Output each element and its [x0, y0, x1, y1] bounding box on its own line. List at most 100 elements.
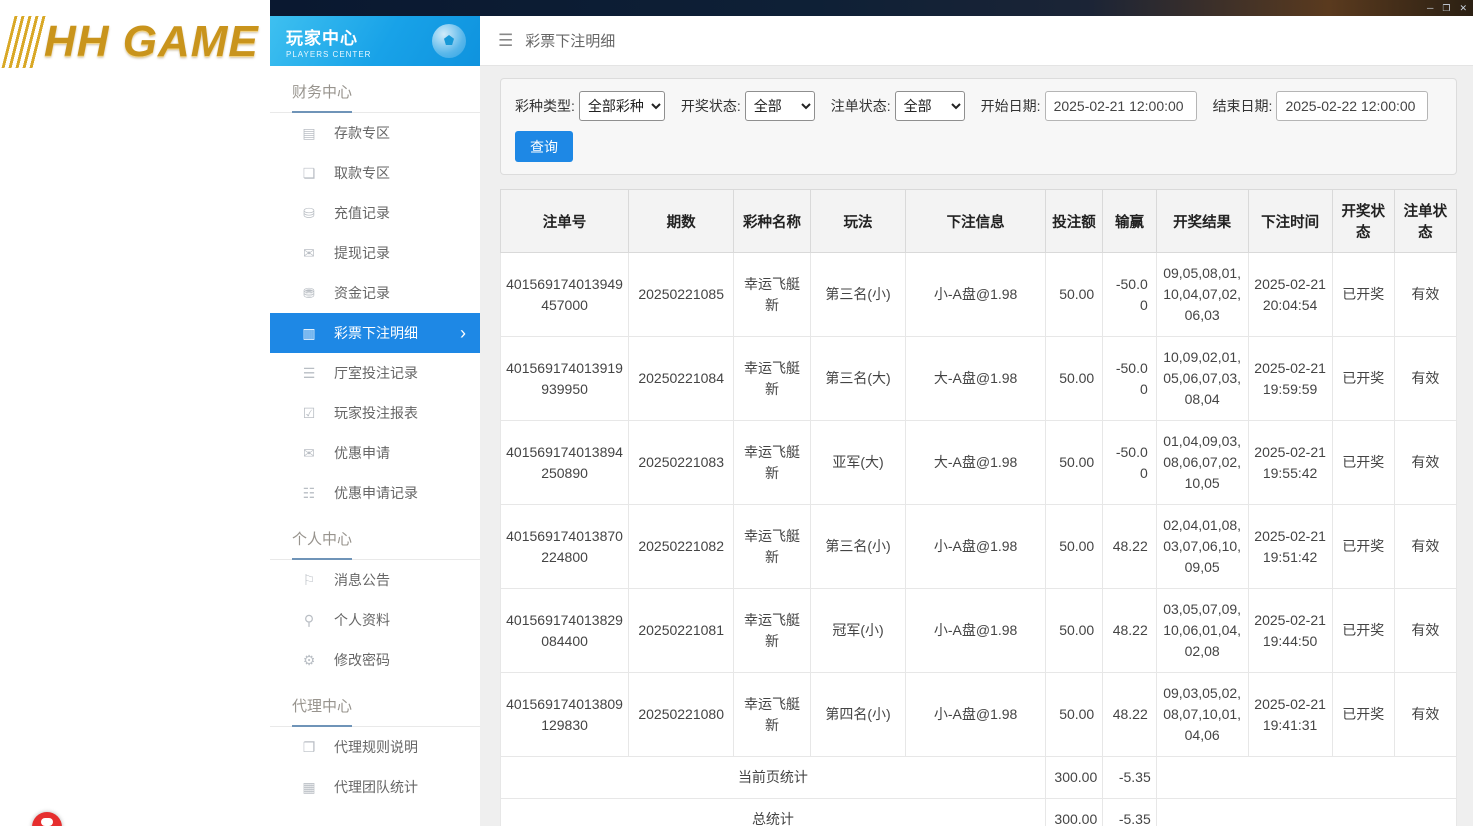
close-icon[interactable]: ✕: [1459, 2, 1467, 14]
table-cell: 已开奖: [1331, 420, 1395, 505]
table-cell: 大-A盘@1.98: [905, 336, 1046, 421]
sidebar-item-label: 存款专区: [334, 125, 390, 141]
table-row: 401569174013919939950 20250221084 幸运飞艇新 第三名…: [499, 336, 1458, 421]
bell-icon: ⚐: [302, 571, 316, 588]
filter-row: 彩种类型: 全部彩种 开奖状态: 全部 注单状态: 全部 开始日期: 2025-…: [515, 91, 1442, 121]
promo-icon: ✉: [303, 444, 315, 461]
sidebar-header: 玩家中心 PLAYERS CENTER: [270, 16, 480, 66]
floating-service-icon[interactable]: [32, 812, 62, 826]
column-header: 彩种名称: [733, 189, 811, 253]
table-cell: 小-A盘@1.98: [905, 672, 1046, 757]
table-cell: 02,04,01,08,03,07,06,10,09,05: [1155, 504, 1249, 589]
table-cell: 有效: [1393, 420, 1458, 505]
table-cell: 幸运飞艇新: [733, 252, 811, 337]
bet-details-table: 注单号 期数 彩种名称 玩法 下注信息 投注额 输赢 开奖结果 下注时间 开奖状态 注单状态 401…: [499, 189, 1458, 826]
summary-cell: 总统计: [500, 798, 1046, 826]
table-cell: 幸运飞艇新: [733, 336, 811, 421]
deposit-icon: ▤: [302, 124, 316, 141]
bet-status-select[interactable]: 全部: [894, 91, 965, 121]
table-cell: 有效: [1393, 252, 1458, 337]
sidebar-item-recharge-records[interactable]: ⛁ 充值记录: [270, 193, 480, 233]
table-cell: 2025-02-21 19:55:42: [1247, 420, 1333, 505]
sidebar-item-withdrawal-records[interactable]: ✉ 提现记录: [270, 233, 480, 273]
table-cell: 50.00: [1044, 252, 1104, 337]
table-cell: 50.00: [1044, 336, 1104, 421]
hall-records-icon: ☰: [302, 364, 316, 381]
sidebar-item-lottery-bet-details[interactable]: ▥ 彩票下注明细 ›: [270, 313, 480, 353]
column-header: 下注信息: [905, 189, 1046, 253]
filter-actions-row: 查询: [515, 131, 1442, 162]
main-body: 彩种类型: 全部彩种 开奖状态: 全部 注单状态: 全部 开始日期: 2025-…: [480, 66, 1473, 826]
sidebar-item-agent-rules[interactable]: ❐ 代理规则说明: [270, 727, 480, 767]
table-cell: 有效: [1393, 336, 1458, 421]
column-header: 开奖结果: [1155, 189, 1249, 253]
table-cell: 幸运飞艇新: [733, 672, 811, 757]
table-cell: 已开奖: [1331, 588, 1395, 673]
table-cell: 401569174013894250890: [499, 420, 630, 505]
sidebar-item-deposit-zone[interactable]: ▤ 存款专区: [270, 113, 480, 153]
query-button[interactable]: 查询: [515, 131, 573, 162]
sidebar-header-text: 玩家中心 PLAYERS CENTER: [286, 24, 371, 59]
filter-panel: 彩种类型: 全部彩种 开奖状态: 全部 注单状态: 全部 开始日期: 2025-…: [500, 78, 1457, 175]
sidebar-item-funds-records[interactable]: ⛃ 资金记录: [270, 273, 480, 313]
players-center-title: 玩家中心: [286, 28, 358, 48]
table-cell: 401569174013829084400: [499, 588, 630, 673]
draw-status-select[interactable]: 全部: [744, 91, 815, 121]
column-header: 注单状态: [1393, 189, 1458, 253]
end-date-input[interactable]: [1276, 91, 1429, 121]
sidebar-item-promo-apply-records[interactable]: ☷ 优惠申请记录: [270, 473, 480, 513]
table-cell: 小-A盘@1.98: [905, 504, 1046, 589]
sidebar-item-label: 取款专区: [334, 165, 390, 181]
sidebar-item-change-password[interactable]: ⚙ 修改密码: [270, 640, 480, 680]
table-cell: 第四名(小): [809, 672, 907, 757]
start-date-input[interactable]: [1044, 91, 1197, 121]
table-cell: 20250221082: [628, 504, 735, 589]
table-row: 401569174013870224800 20250221082 幸运飞艇新 第三名…: [499, 504, 1458, 589]
football-icon: [432, 24, 466, 58]
table-cell: -50.00: [1102, 420, 1157, 505]
table-cell: 401569174013870224800: [499, 504, 630, 589]
table-cell: 09,05,08,01,10,04,07,02,06,03: [1155, 252, 1249, 337]
table-cell: 已开奖: [1331, 672, 1395, 757]
table-cell: 大-A盘@1.98: [905, 420, 1046, 505]
sidebar-item-withdraw-zone[interactable]: ❏ 取款专区: [270, 153, 480, 193]
sidebar-item-agent-team-stats[interactable]: ▦ 代理团队统计: [270, 767, 480, 807]
minimize-icon[interactable]: ─: [1427, 2, 1433, 14]
summary-cell: 300.00: [1044, 756, 1104, 799]
withdraw-icon: ❏: [302, 164, 316, 181]
table-cell: -50.00: [1102, 252, 1157, 337]
end-date-filter: 结束日期:: [1213, 91, 1429, 121]
sidebar-item-announcements[interactable]: ⚐ 消息公告: [270, 560, 480, 600]
stats-icon: ▦: [302, 778, 316, 795]
lottery-type-select[interactable]: 全部彩种: [578, 91, 665, 121]
table-cell: 第三名(大): [809, 336, 907, 421]
right-region: ─ ❐ ✕ 玩家中心 PLAYERS CENTER 财务中心 ▤ 存款专区 ❏ 取款专区 ⛁ 充…: [270, 0, 1473, 826]
sidebar-menu: 财务中心 ▤ 存款专区 ❏ 取款专区 ⛁ 充值记录 ✉ 提现记录 ⛃ 资金记录 ▥ 彩票下注明细 › ☰ 厅室…: [270, 66, 480, 807]
bet-table-wrap: 注单号 期数 彩种名称 玩法 下注信息 投注额 输赢 开奖结果 下注时间 开奖状态 注单状态 401…: [499, 189, 1458, 826]
maximize-icon[interactable]: ❐: [1442, 2, 1450, 14]
sidebar-item-player-bet-report[interactable]: ☑ 玩家投注报表: [270, 393, 480, 433]
table-cell: 50.00: [1044, 420, 1104, 505]
table-cell: 20250221084: [628, 336, 735, 421]
table-cell: 已开奖: [1331, 336, 1395, 421]
table-cell: 20250221085: [628, 252, 735, 337]
summary-cell: 当前页统计: [500, 756, 1046, 799]
table-cell: 50.00: [1044, 504, 1104, 589]
lottery-type-filter: 彩种类型: 全部彩种: [515, 91, 665, 121]
menu-toggle-icon[interactable]: ☰: [498, 31, 513, 51]
table-cell: 小-A盘@1.98: [905, 252, 1046, 337]
sidebar-item-label: 代理规则说明: [334, 739, 418, 755]
page-title: 彩票下注明细: [525, 33, 616, 50]
sidebar-item-hall-bet-records[interactable]: ☰ 厅室投注记录: [270, 353, 480, 393]
gear-icon: ⚙: [302, 651, 316, 668]
lottery-type-label: 彩种类型:: [515, 98, 575, 114]
table-cell: 401569174013809129830: [499, 672, 630, 757]
table-cell: 已开奖: [1331, 504, 1395, 589]
logo-stripes-decoration: [1, 16, 49, 68]
sidebar-item-promo-apply[interactable]: ✉ 优惠申请: [270, 433, 480, 473]
sidebar-item-label: 优惠申请: [334, 445, 390, 461]
report-icon: ☑: [302, 404, 316, 421]
sidebar-item-label: 个人资料: [334, 612, 390, 628]
sidebar-item-profile[interactable]: ⚲ 个人资料: [270, 600, 480, 640]
table-cell: 幸运飞艇新: [733, 420, 811, 505]
